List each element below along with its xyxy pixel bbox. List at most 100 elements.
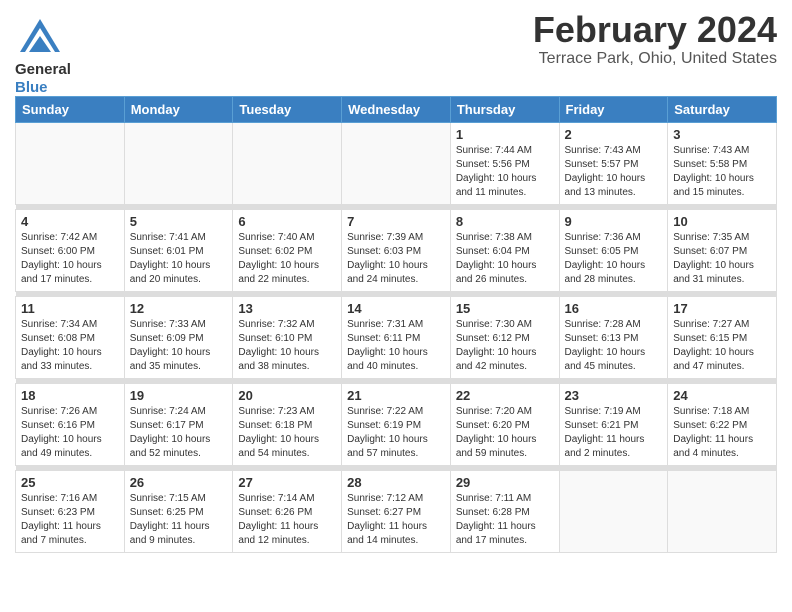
day-number: 7 — [347, 214, 445, 229]
calendar-day-cell — [559, 471, 668, 553]
day-number: 5 — [130, 214, 228, 229]
calendar-day-cell: 25 Sunrise: 7:16 AM Sunset: 6:23 PM Dayli… — [16, 471, 125, 553]
calendar-day-cell: 6 Sunrise: 7:40 AM Sunset: 6:02 PM Daylig… — [233, 210, 342, 292]
day-info: Sunrise: 7:30 AM Sunset: 6:12 PM Dayligh… — [456, 318, 554, 374]
calendar-day-cell: 1 Sunrise: 7:44 AM Sunset: 5:56 PM Daylig… — [450, 123, 559, 205]
calendar-day-cell: 16 Sunrise: 7:28 AM Sunset: 6:13 PM Dayli… — [559, 297, 668, 379]
calendar-day-cell: 21 Sunrise: 7:22 AM Sunset: 6:19 PM Dayli… — [342, 384, 451, 466]
calendar-day-cell: 24 Sunrise: 7:18 AM Sunset: 6:22 PM Dayli… — [668, 384, 777, 466]
calendar-day-cell: 27 Sunrise: 7:14 AM Sunset: 6:26 PM Dayli… — [233, 471, 342, 553]
calendar-day-cell: 5 Sunrise: 7:41 AM Sunset: 6:01 PM Daylig… — [124, 210, 233, 292]
logo-blue: Blue — [15, 79, 48, 96]
calendar-day-cell: 11 Sunrise: 7:34 AM Sunset: 6:08 PM Dayli… — [16, 297, 125, 379]
calendar-day-cell: 13Sunrise: 7:32 AM Sunset: 6:10 PM Dayli… — [233, 297, 342, 379]
day-number: 11 — [21, 301, 119, 316]
day-number: 3 — [673, 127, 771, 142]
calendar-week-row: 4Sunrise: 7:42 AM Sunset: 6:00 PM Daylig… — [16, 210, 777, 292]
calendar-week-row: 25 Sunrise: 7:16 AM Sunset: 6:23 PM Dayli… — [16, 471, 777, 553]
calendar-day-cell: 8 Sunrise: 7:38 AM Sunset: 6:04 PM Daylig… — [450, 210, 559, 292]
day-info: Sunrise: 7:43 AM Sunset: 5:57 PM Dayligh… — [565, 144, 663, 200]
day-info: Sunrise: 7:16 AM Sunset: 6:23 PM Dayligh… — [21, 492, 119, 548]
day-number: 24 — [673, 388, 771, 403]
calendar-day-cell: 12Sunrise: 7:33 AM Sunset: 6:09 PM Dayli… — [124, 297, 233, 379]
day-info: Sunrise: 7:18 AM Sunset: 6:22 PM Dayligh… — [673, 405, 771, 461]
calendar-day-cell — [124, 123, 233, 205]
weekday-header-monday: Monday — [124, 97, 233, 123]
day-number: 26 — [130, 475, 228, 490]
day-number: 23 — [565, 388, 663, 403]
day-info: Sunrise: 7:19 AM Sunset: 6:21 PM Dayligh… — [565, 405, 663, 461]
calendar-day-cell: 23 Sunrise: 7:19 AM Sunset: 6:21 PM Dayli… — [559, 384, 668, 466]
weekday-header-friday: Friday — [559, 97, 668, 123]
day-number: 28 — [347, 475, 445, 490]
day-number: 27 — [238, 475, 336, 490]
day-info: Sunrise: 7:43 AM Sunset: 5:58 PM Dayligh… — [673, 144, 771, 200]
day-number: 6 — [238, 214, 336, 229]
weekday-header-saturday: Saturday — [668, 97, 777, 123]
calendar-day-cell: 9 Sunrise: 7:36 AM Sunset: 6:05 PM Daylig… — [559, 210, 668, 292]
calendar-day-cell: 20Sunrise: 7:23 AM Sunset: 6:18 PM Dayli… — [233, 384, 342, 466]
day-info: Sunrise: 7:27 AM Sunset: 6:15 PM Dayligh… — [673, 318, 771, 374]
day-number: 1 — [456, 127, 554, 142]
calendar-day-cell: 29 Sunrise: 7:11 AM Sunset: 6:28 PM Dayli… — [450, 471, 559, 553]
day-info: Sunrise: 7:20 AM Sunset: 6:20 PM Dayligh… — [456, 405, 554, 461]
day-info: Sunrise: 7:40 AM Sunset: 6:02 PM Dayligh… — [238, 231, 336, 287]
calendar-day-cell: 18 Sunrise: 7:26 AM Sunset: 6:16 PM Dayli… — [16, 384, 125, 466]
calendar-day-cell: 4Sunrise: 7:42 AM Sunset: 6:00 PM Daylig… — [16, 210, 125, 292]
day-info: Sunrise: 7:28 AM Sunset: 6:13 PM Dayligh… — [565, 318, 663, 374]
day-number: 15 — [456, 301, 554, 316]
day-number: 8 — [456, 214, 554, 229]
day-info: Sunrise: 7:23 AM Sunset: 6:18 PM Dayligh… — [238, 405, 336, 461]
day-number: 13 — [238, 301, 336, 316]
calendar-day-cell — [668, 471, 777, 553]
calendar-table: SundayMondayTuesdayWednesdayThursdayFrid… — [15, 96, 777, 553]
day-info: Sunrise: 7:15 AM Sunset: 6:25 PM Dayligh… — [130, 492, 228, 548]
day-number: 2 — [565, 127, 663, 142]
calendar-day-cell — [16, 123, 125, 205]
day-info: Sunrise: 7:14 AM Sunset: 6:26 PM Dayligh… — [238, 492, 336, 548]
day-info: Sunrise: 7:38 AM Sunset: 6:04 PM Dayligh… — [456, 231, 554, 287]
month-year-title: February 2024 — [15, 10, 777, 50]
day-number: 22 — [456, 388, 554, 403]
day-info: Sunrise: 7:22 AM Sunset: 6:19 PM Dayligh… — [347, 405, 445, 461]
calendar-day-cell — [233, 123, 342, 205]
calendar-day-cell: 14Sunrise: 7:31 AM Sunset: 6:11 PM Dayli… — [342, 297, 451, 379]
day-info: Sunrise: 7:26 AM Sunset: 6:16 PM Dayligh… — [21, 405, 119, 461]
calendar-day-cell: 10 Sunrise: 7:35 AM Sunset: 6:07 PM Dayli… — [668, 210, 777, 292]
calendar-day-cell: 15 Sunrise: 7:30 AM Sunset: 6:12 PM Dayli… — [450, 297, 559, 379]
calendar-header-row: SundayMondayTuesdayWednesdayThursdayFrid… — [16, 97, 777, 123]
day-info: Sunrise: 7:34 AM Sunset: 6:08 PM Dayligh… — [21, 318, 119, 374]
calendar-day-cell: 26 Sunrise: 7:15 AM Sunset: 6:25 PM Dayli… — [124, 471, 233, 553]
day-number: 29 — [456, 475, 554, 490]
day-info: Sunrise: 7:36 AM Sunset: 6:05 PM Dayligh… — [565, 231, 663, 287]
day-number: 25 — [21, 475, 119, 490]
day-info: Sunrise: 7:33 AM Sunset: 6:09 PM Dayligh… — [130, 318, 228, 374]
weekday-header-wednesday: Wednesday — [342, 97, 451, 123]
page-header: February 2024 Terrace Park, Ohio, United… — [15, 10, 777, 68]
day-number: 18 — [21, 388, 119, 403]
calendar-day-cell: 7 Sunrise: 7:39 AM Sunset: 6:03 PM Daylig… — [342, 210, 451, 292]
weekday-header-tuesday: Tuesday — [233, 97, 342, 123]
calendar-week-row: 1 Sunrise: 7:44 AM Sunset: 5:56 PM Daylig… — [16, 123, 777, 205]
calendar-day-cell: 22 Sunrise: 7:20 AM Sunset: 6:20 PM Dayli… — [450, 384, 559, 466]
calendar-day-cell — [342, 123, 451, 205]
day-number: 17 — [673, 301, 771, 316]
day-info: Sunrise: 7:41 AM Sunset: 6:01 PM Dayligh… — [130, 231, 228, 287]
logo-general: General — [15, 61, 71, 78]
day-info: Sunrise: 7:42 AM Sunset: 6:00 PM Dayligh… — [21, 231, 119, 287]
calendar-day-cell: 28Sunrise: 7:12 AM Sunset: 6:27 PM Dayli… — [342, 471, 451, 553]
day-number: 9 — [565, 214, 663, 229]
calendar-day-cell: 2 Sunrise: 7:43 AM Sunset: 5:57 PM Daylig… — [559, 123, 668, 205]
calendar-week-row: 11 Sunrise: 7:34 AM Sunset: 6:08 PM Dayli… — [16, 297, 777, 379]
day-info: Sunrise: 7:35 AM Sunset: 6:07 PM Dayligh… — [673, 231, 771, 287]
day-number: 21 — [347, 388, 445, 403]
day-number: 16 — [565, 301, 663, 316]
day-info: Sunrise: 7:44 AM Sunset: 5:56 PM Dayligh… — [456, 144, 554, 200]
day-info: Sunrise: 7:11 AM Sunset: 6:28 PM Dayligh… — [456, 492, 554, 548]
location-subtitle: Terrace Park, Ohio, United States — [15, 50, 777, 68]
day-info: Sunrise: 7:31 AM Sunset: 6:11 PM Dayligh… — [347, 318, 445, 374]
day-info: Sunrise: 7:24 AM Sunset: 6:17 PM Dayligh… — [130, 405, 228, 461]
weekday-header-sunday: Sunday — [16, 97, 125, 123]
day-number: 10 — [673, 214, 771, 229]
day-info: Sunrise: 7:39 AM Sunset: 6:03 PM Dayligh… — [347, 231, 445, 287]
